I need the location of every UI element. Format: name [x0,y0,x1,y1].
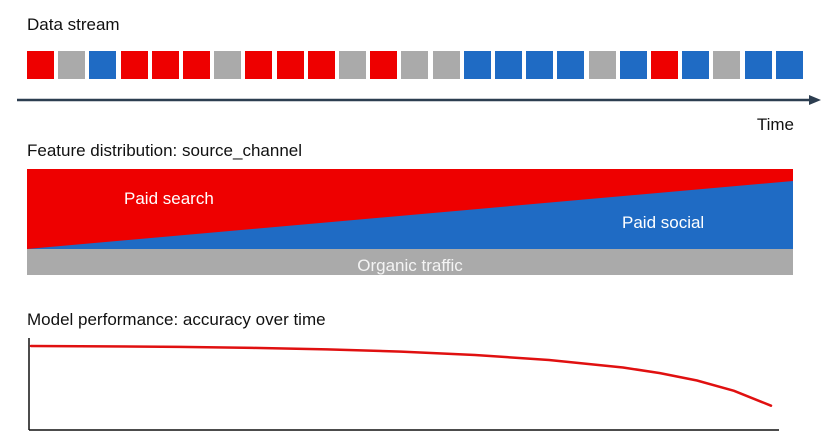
stream-block-red [120,51,148,79]
model-performance-title: Model performance: accuracy over time [27,310,326,330]
performance-title-name: accuracy over time [178,310,326,329]
stream-block-grey [214,51,242,79]
stream-block-grey [588,51,616,79]
feature-title-label: Feature distribution: [27,141,178,160]
accuracy-chart [28,338,779,431]
organic-traffic-label: Organic traffic [357,256,463,275]
accuracy-line [29,344,773,407]
paid-social-label: Paid social [622,213,705,232]
stream-block-red [307,51,335,79]
data-stream-title: Data stream [27,15,120,34]
stream-block-grey [339,51,366,79]
stream-block-red [183,51,210,79]
stream-block-red [651,51,678,79]
stream-block-blue [682,51,710,79]
time-axis-label: Time [756,115,794,134]
feature-distribution-title: Feature distribution: source_channel [27,141,302,161]
stream-block-blue [744,51,772,79]
paid-search-label: Paid search [124,189,214,208]
stream-block-blue [495,51,522,79]
stream-block-grey [401,51,429,79]
stream-block-red [276,51,304,79]
stream-block-blue [463,51,491,79]
stream-block-red [370,51,398,79]
stream-block-blue [526,51,554,79]
stream-block-red [245,51,273,79]
stream-block-grey [713,51,741,79]
time-axis-arrow [17,95,821,105]
stream-block-blue [619,51,647,79]
stream-block-red [27,51,54,79]
feature-title-name: source_channel [177,141,303,160]
stream-block-grey [58,51,86,79]
stream-block-red [151,51,179,79]
stream-block-blue [557,51,585,79]
performance-title-label: Model performance: [27,310,179,329]
stream-block-blue [775,51,803,79]
feature-distribution-chart: Paid search Paid social Organic traffic [27,169,793,275]
data-stream-blocks [27,51,803,79]
stream-block-blue [89,51,117,79]
stream-block-grey [432,51,460,79]
